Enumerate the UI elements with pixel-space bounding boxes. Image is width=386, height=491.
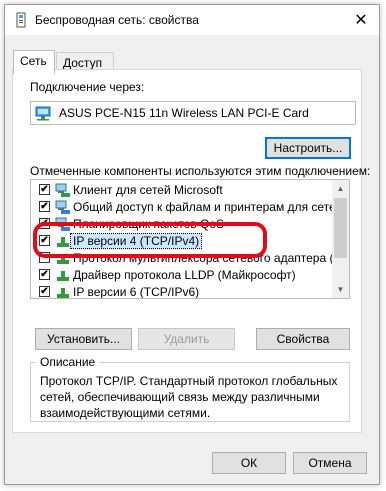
- highlight-annotation: [33, 222, 267, 258]
- component-label: Общий доступ к файлам и принтерам для се…: [73, 200, 350, 214]
- component-checkbox[interactable]: ✔: [39, 201, 50, 212]
- cancel-button-label: Отмена: [308, 456, 352, 470]
- component-label: IP версии 6 (TCP/IPv6): [73, 285, 200, 299]
- component-label: Драйвер протокола LLDP (Майкрософт): [73, 268, 296, 282]
- network-card-icon: [35, 106, 51, 121]
- connect-through-label: Подключение через:: [30, 80, 145, 94]
- component-label: Клиент для сетей Microsoft: [73, 183, 223, 197]
- list-scrollbar[interactable]: ▲ ▼: [332, 180, 349, 298]
- protocol-icon: [57, 271, 69, 281]
- properties-button[interactable]: Свойства: [256, 328, 350, 350]
- network-client-icon: [55, 183, 70, 197]
- scroll-thumb[interactable]: [334, 198, 347, 258]
- install-button-label: Установить...: [47, 332, 120, 346]
- cancel-button[interactable]: Отмена: [293, 452, 367, 474]
- component-checkbox[interactable]: ✔: [39, 286, 50, 297]
- network-adapter-icon: [16, 12, 26, 28]
- list-item[interactable]: ✔ Драйвер протокола LLDP (Майкрософт): [31, 267, 345, 284]
- close-icon: ✕: [354, 12, 368, 29]
- remove-button[interactable]: Удалить: [138, 328, 235, 350]
- ok-button-label: ОК: [240, 456, 258, 470]
- tab-sharing-label: Доступ: [63, 56, 103, 70]
- tab-network[interactable]: Сеть: [13, 50, 55, 74]
- close-button[interactable]: ✕: [343, 5, 379, 35]
- protocol-icon: [57, 288, 69, 298]
- title-bar: Беспроводная сеть: свойства ✕: [5, 5, 379, 35]
- window-title: Беспроводная сеть: свойства: [35, 13, 199, 27]
- install-button[interactable]: Установить...: [35, 328, 132, 350]
- network-service-icon: [55, 200, 70, 214]
- configure-button-label: Настроить...: [273, 141, 343, 155]
- adapter-field: ASUS PCE-N15 11n Wireless LAN PCI-E Card: [30, 101, 356, 125]
- remove-button-label: Удалить: [163, 332, 210, 346]
- component-checkbox[interactable]: ✔: [39, 269, 50, 280]
- configure-button[interactable]: Настроить...: [265, 137, 351, 159]
- ok-button[interactable]: ОК: [212, 452, 286, 474]
- tab-network-label: Сеть: [20, 54, 47, 68]
- scroll-up-icon[interactable]: ▲: [332, 180, 349, 197]
- list-item[interactable]: ✔ Общий доступ к файлам и принтерам для …: [31, 199, 349, 216]
- components-label: Отмеченные компоненты используются этим …: [30, 164, 371, 178]
- list-item[interactable]: ✔ IP версии 6 (TCP/IPv6): [31, 284, 345, 299]
- adapter-name: ASUS PCE-N15 11n Wireless LAN PCI-E Card: [59, 106, 309, 120]
- description-text: Протокол TCP/IP. Стандартный протокол гл…: [40, 374, 338, 420]
- component-checkbox[interactable]: ✔: [39, 184, 50, 195]
- properties-button-label: Свойства: [276, 332, 330, 346]
- list-item[interactable]: ✔ Клиент для сетей Microsoft: [31, 182, 345, 199]
- description-title: Описание: [36, 355, 100, 369]
- scroll-down-icon[interactable]: ▼: [332, 281, 349, 298]
